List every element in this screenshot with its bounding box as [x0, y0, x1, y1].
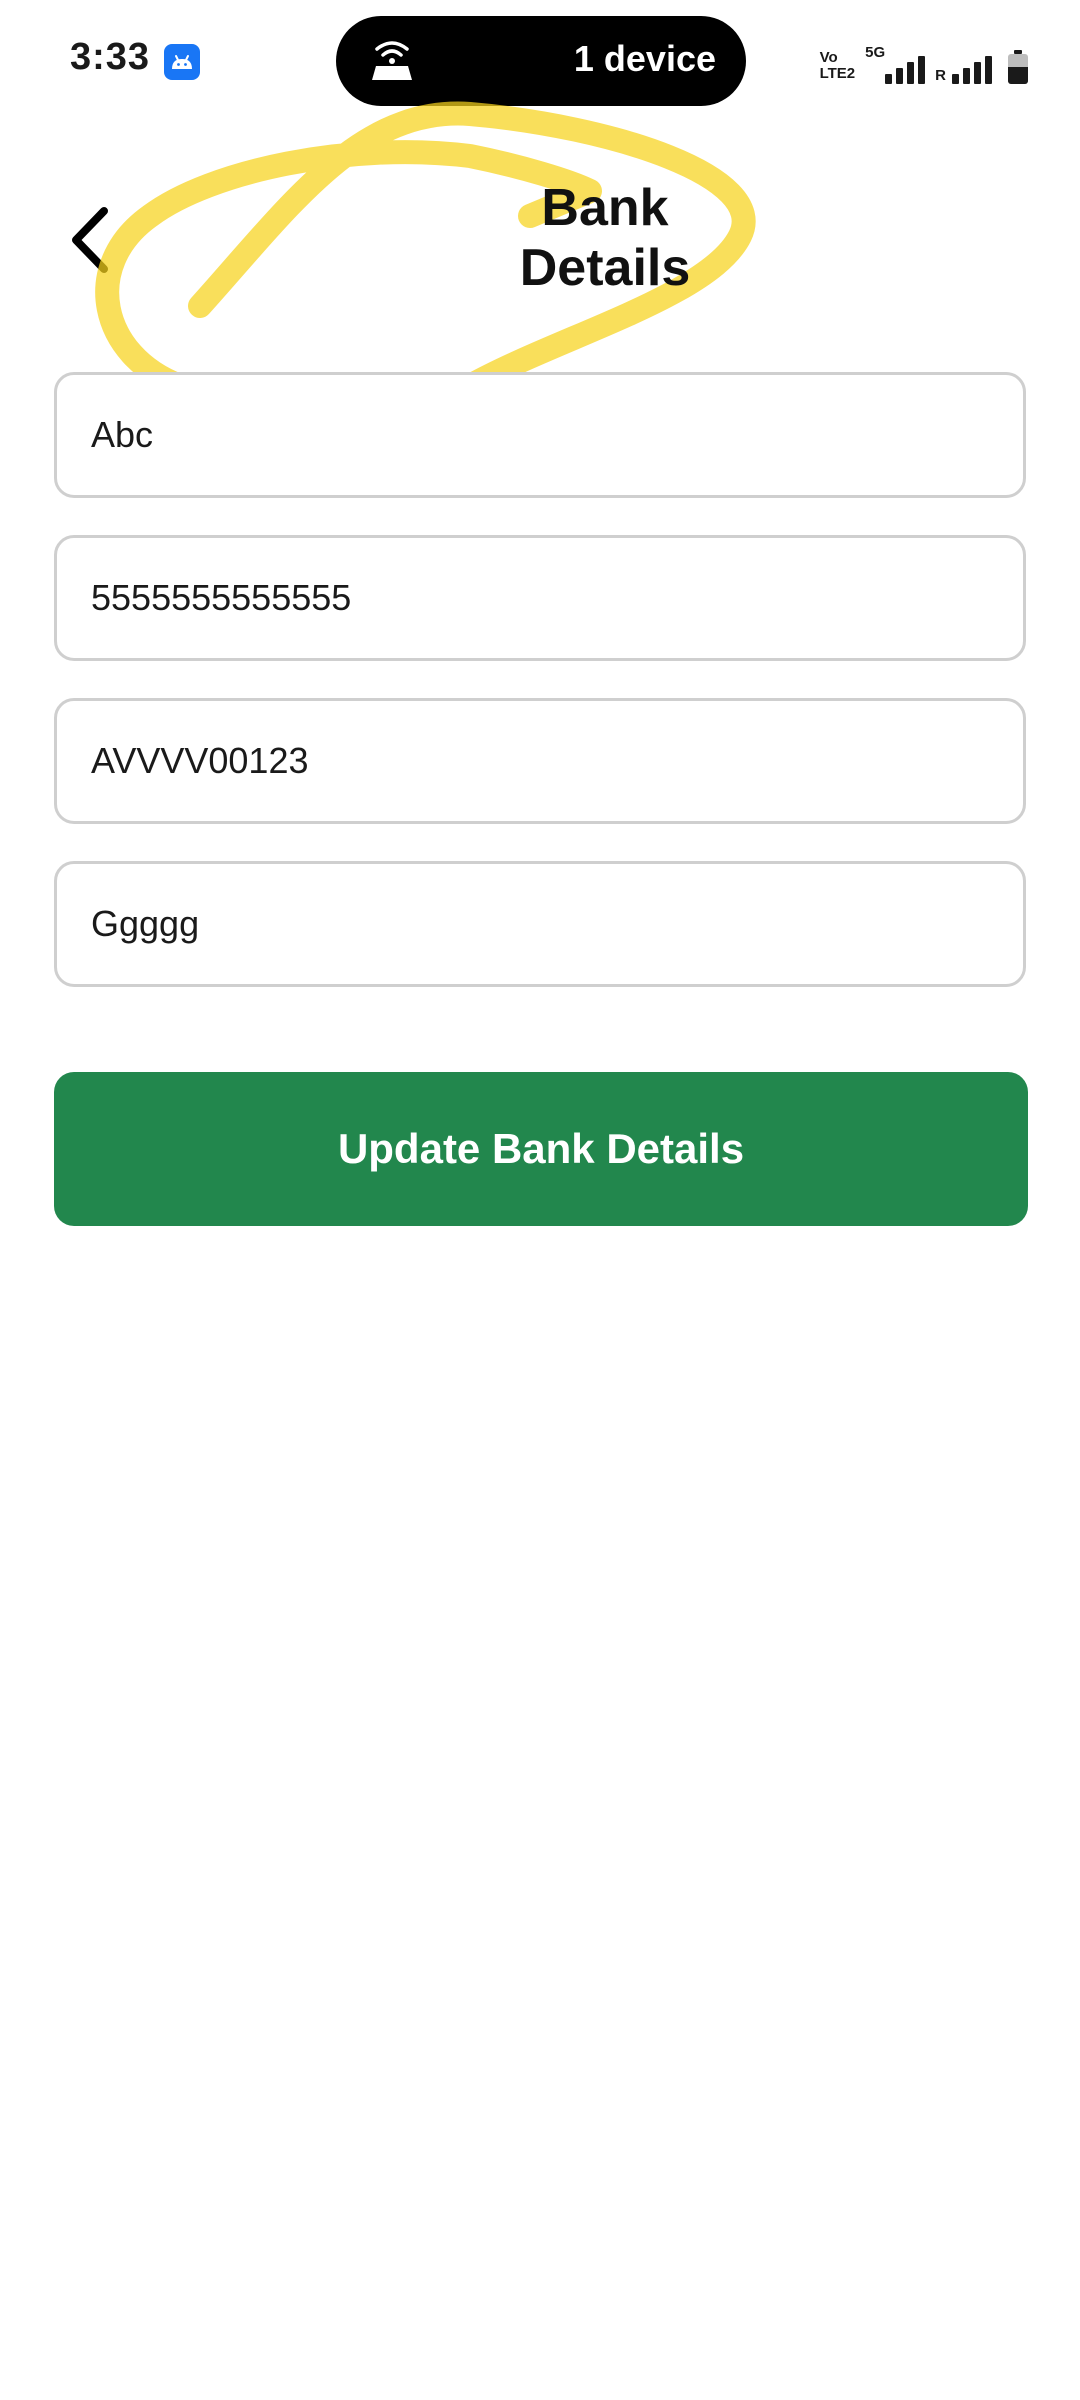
ifsc-code-field[interactable]: [54, 698, 1026, 824]
chevron-left-icon: [72, 207, 108, 273]
hotspot-icon: [366, 40, 418, 84]
hotspot-pill[interactable]: 1 device: [336, 16, 746, 106]
bank-details-screen: 3:33 1 device Vo LTE2 5G R Bank Details …: [0, 0, 1080, 2400]
status-time: 3:33: [70, 36, 151, 78]
status-bar: 3:33 1 device Vo LTE2 5G R: [0, 0, 1080, 124]
volte-indicator: Vo LTE2: [819, 49, 856, 82]
account-number-field[interactable]: [54, 535, 1026, 661]
roaming-label: R: [935, 67, 946, 84]
back-button[interactable]: [60, 200, 120, 280]
network-type-label: 5G: [865, 44, 886, 61]
signal-icon: [952, 54, 992, 84]
page-title-line: Details: [519, 239, 691, 297]
update-bank-details-button[interactable]: Update Bank Details: [54, 1072, 1028, 1226]
bank-name-field[interactable]: [54, 861, 1026, 987]
account-holder-name-field[interactable]: [54, 372, 1026, 498]
status-icons: Vo LTE2 5G R: [820, 44, 1028, 84]
page-title-line: Bank: [541, 179, 669, 237]
hotspot-device-count: 1 device: [573, 38, 716, 79]
battery-icon: [1008, 50, 1028, 84]
android-icon: [164, 44, 200, 80]
page-title: Bank Details: [440, 178, 770, 298]
signal-5g-icon: 5G: [865, 44, 926, 84]
